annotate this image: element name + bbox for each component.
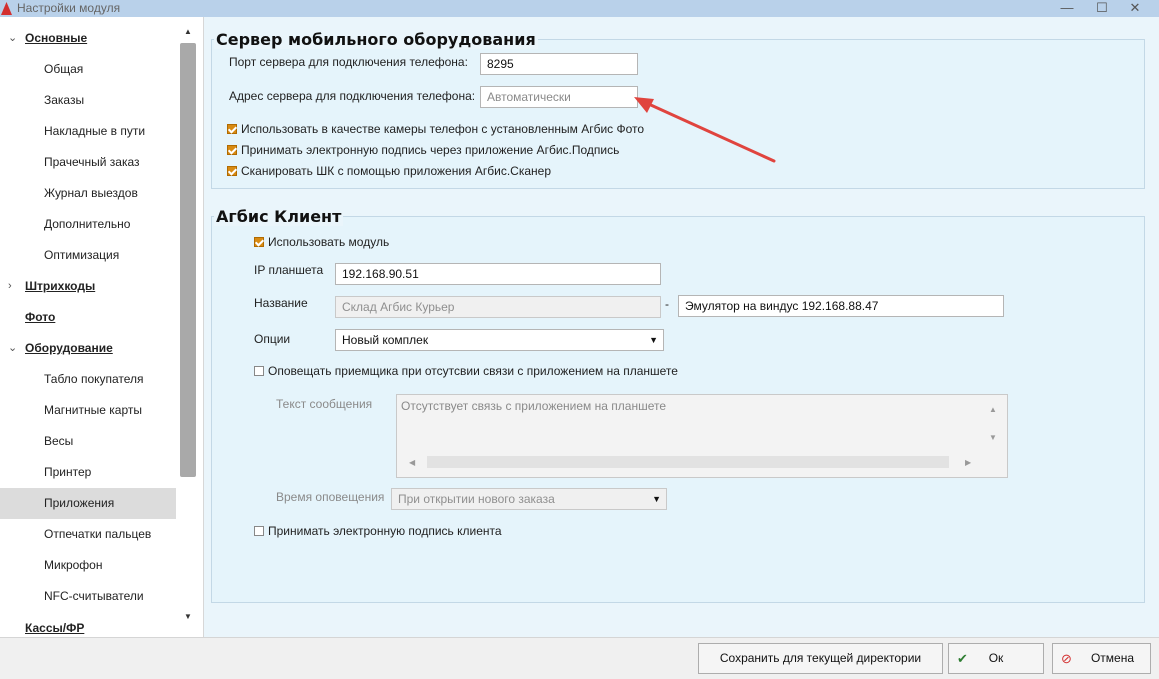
- tree-item-prachechny[interactable]: Прачечный заказ: [0, 147, 176, 178]
- tree-item-dopolnitelno[interactable]: Дополнительно: [0, 209, 176, 240]
- address-label: Адрес сервера для подключения телефона:: [229, 89, 476, 103]
- tree-item-mikrofon[interactable]: Микрофон: [0, 550, 176, 581]
- scanner-checkbox[interactable]: Сканировать ШК с помощью приложения Агби…: [227, 164, 551, 178]
- options-select[interactable]: Новый комплек ▼: [335, 329, 664, 351]
- tree-item-vesy[interactable]: Весы: [0, 426, 176, 457]
- scroll-up-icon[interactable]: ▲: [989, 405, 997, 414]
- message-textarea[interactable]: Отсутствует связь с приложением на планш…: [396, 394, 1008, 478]
- tree-item-obshaya[interactable]: Общая: [0, 54, 176, 85]
- app-logo-icon: [1, 2, 12, 15]
- notify-checkbox[interactable]: Оповещать приемщика при отсутсвии связи …: [254, 364, 678, 378]
- name-secondary-input[interactable]: Эмулятор на виндус 192.168.88.47: [678, 295, 1004, 317]
- annotation-arrow-icon: [634, 97, 776, 163]
- tree-group-oborudovanie[interactable]: ⌄ Оборудование: [0, 333, 176, 364]
- port-input[interactable]: 8295: [480, 53, 638, 75]
- name-separator: -: [665, 297, 669, 311]
- settings-panel: Сервер мобильного оборудования Порт серв…: [204, 17, 1159, 637]
- checkbox-unchecked-icon[interactable]: [254, 366, 264, 376]
- agbis-client-title: Агбис Клиент: [214, 207, 344, 226]
- tree-group-osnovnye[interactable]: ⌄ Основные: [0, 23, 176, 54]
- options-label: Опции: [254, 332, 291, 346]
- chevron-down-icon[interactable]: ⌄: [8, 23, 17, 54]
- dropdown-arrow-icon[interactable]: ▼: [649, 330, 658, 350]
- horizontal-scrollbar[interactable]: [427, 456, 949, 468]
- tree-item-optimizaciya[interactable]: Оптимизация: [0, 240, 176, 271]
- checkbox-checked-icon[interactable]: [254, 237, 264, 247]
- port-label: Порт сервера для подключения телефона:: [229, 55, 468, 69]
- chevron-down-icon[interactable]: ⌄: [8, 333, 17, 364]
- title-bar: Настройки модуля — ☐ ✕: [0, 0, 1159, 17]
- save-for-directory-button[interactable]: Сохранить для текущей директории: [698, 643, 943, 674]
- tree-item-magnitnye[interactable]: Магнитные карты: [0, 395, 176, 426]
- maximize-button[interactable]: ☐: [1087, 0, 1117, 16]
- scroll-down-icon[interactable]: ▼: [989, 433, 997, 442]
- checkmark-icon: ✔: [957, 651, 968, 666]
- tree-item-prilozheniya[interactable]: Приложения: [0, 488, 176, 519]
- dialog-footer: Сохранить для текущей директории ✔ Ок ⊘ …: [0, 637, 1159, 679]
- tree-group-foto[interactable]: Фото: [0, 302, 176, 333]
- tree-item-nfc[interactable]: NFC-считыватели: [0, 581, 176, 612]
- dropdown-arrow-icon[interactable]: ▼: [652, 489, 661, 509]
- chevron-right-icon[interactable]: ›: [8, 271, 12, 302]
- address-input[interactable]: Автоматически: [480, 86, 638, 108]
- checkbox-checked-icon[interactable]: [227, 124, 237, 134]
- close-button[interactable]: ✕: [1120, 0, 1150, 16]
- scroll-left-icon[interactable]: ◀: [409, 458, 415, 467]
- window-title: Настройки модуля: [17, 1, 121, 15]
- camera-checkbox[interactable]: Использовать в качестве камеры телефон с…: [227, 122, 644, 136]
- minimize-button[interactable]: —: [1052, 0, 1082, 16]
- settings-tree: ⌄ Основные Общая Заказы Накладные в пути…: [0, 17, 204, 637]
- tree-item-zakazy[interactable]: Заказы: [0, 85, 176, 116]
- tree-item-zhurnal[interactable]: Журнал выездов: [0, 178, 176, 209]
- checkbox-unchecked-icon[interactable]: [254, 526, 264, 536]
- scroll-right-icon[interactable]: ▶: [965, 458, 971, 467]
- client-signature-checkbox[interactable]: Принимать электронную подпись клиента: [254, 524, 502, 538]
- cancel-icon: ⊘: [1061, 651, 1072, 666]
- scroll-down-icon[interactable]: ▼: [182, 612, 194, 624]
- time-select[interactable]: При открытии нового заказа ▼: [391, 488, 667, 510]
- tree-item-printer[interactable]: Принтер: [0, 457, 176, 488]
- tree-item-tablo[interactable]: Табло покупателя: [0, 364, 176, 395]
- sidebar-scrollbar[interactable]: ▲ ▼: [179, 27, 198, 621]
- ok-button[interactable]: ✔ Ок: [948, 643, 1044, 674]
- cancel-button[interactable]: ⊘ Отмена: [1052, 643, 1151, 674]
- tree-item-nakladnye[interactable]: Накладные в пути: [0, 116, 176, 147]
- name-label: Название: [254, 296, 308, 310]
- ip-label: IP планшета: [254, 263, 324, 277]
- tree-group-kassy[interactable]: Кассы/ФР: [0, 613, 176, 637]
- scroll-up-icon[interactable]: ▲: [182, 27, 194, 39]
- scrollbar-thumb[interactable]: [180, 43, 196, 477]
- tree-group-shtrihkody[interactable]: › Штрихкоды: [0, 271, 176, 302]
- ip-input[interactable]: 192.168.90.51: [335, 263, 661, 285]
- checkbox-checked-icon[interactable]: [227, 166, 237, 176]
- tree-item-otpechatki[interactable]: Отпечатки пальцев: [0, 519, 176, 550]
- mobile-server-title: Сервер мобильного оборудования: [214, 30, 538, 49]
- name-input[interactable]: Склад Агбис Курьер: [335, 296, 661, 318]
- time-label: Время оповещения: [276, 490, 385, 504]
- signature-app-checkbox[interactable]: Принимать электронную подпись через прил…: [227, 143, 619, 157]
- use-module-checkbox[interactable]: Использовать модуль: [254, 235, 389, 249]
- message-label: Текст сообщения: [276, 397, 373, 411]
- checkbox-checked-icon[interactable]: [227, 145, 237, 155]
